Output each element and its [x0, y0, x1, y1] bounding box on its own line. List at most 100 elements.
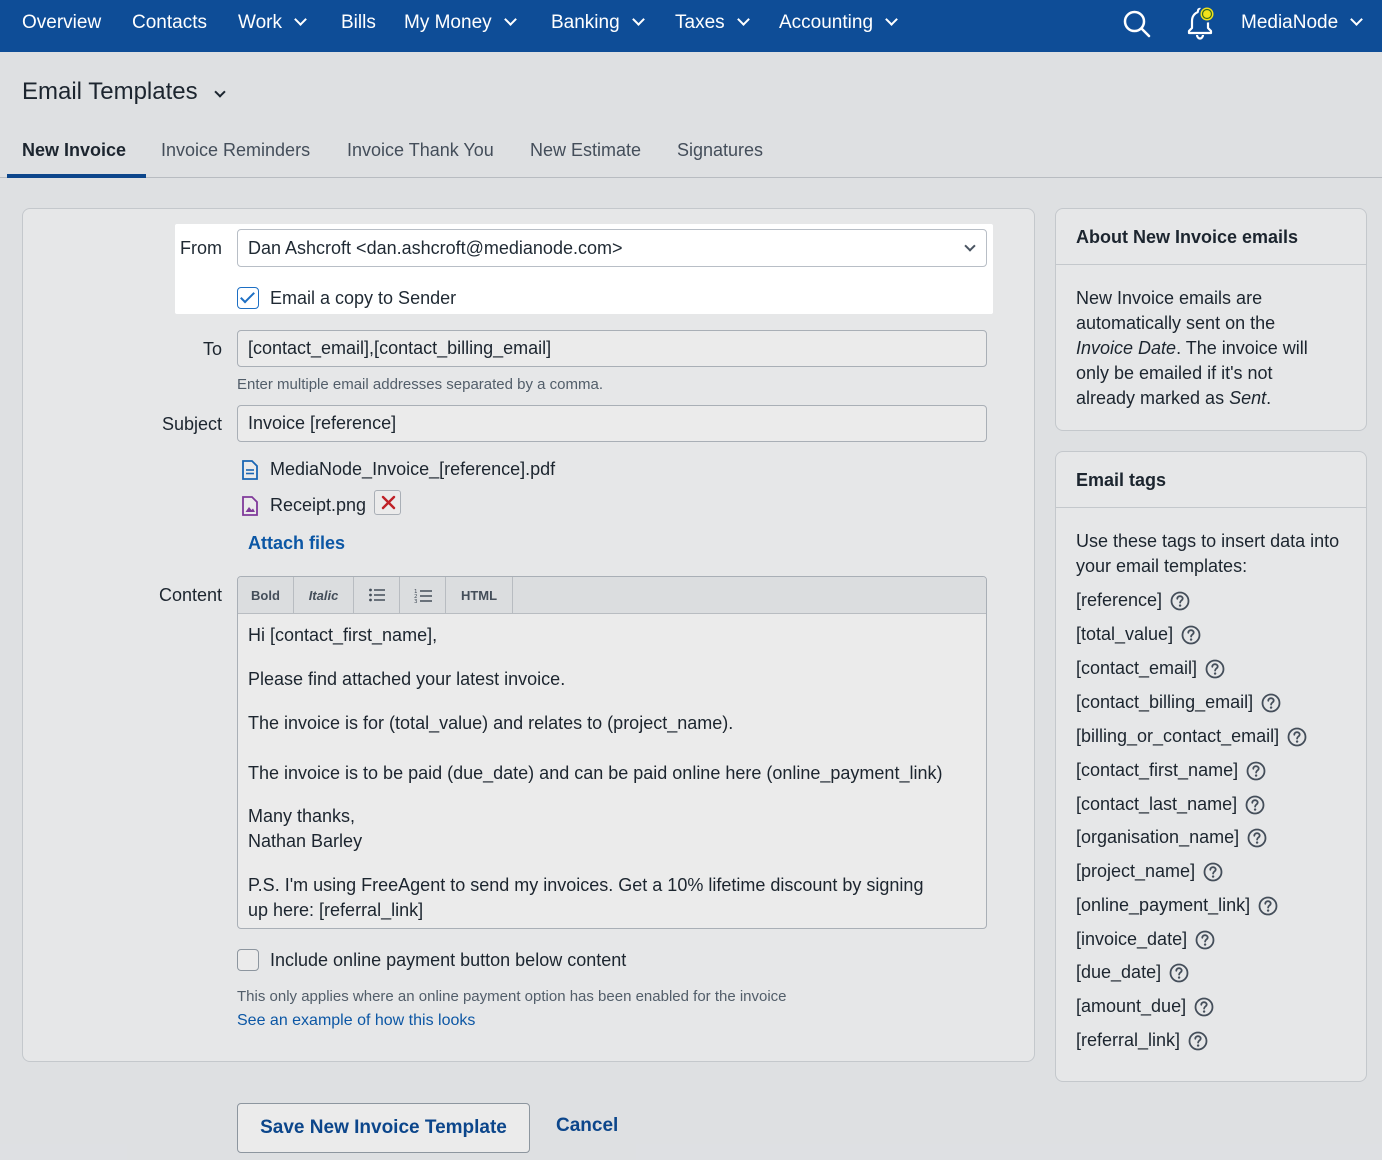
template-tabs: New Invoice Invoice Reminders Invoice Th…	[0, 130, 1382, 178]
help-icon[interactable]	[1181, 625, 1201, 645]
search-icon[interactable]	[1122, 9, 1152, 39]
chevron-down-icon	[885, 13, 898, 26]
chevron-down-icon[interactable]	[214, 86, 226, 98]
email-tag-label: [contact_first_name]	[1076, 760, 1239, 780]
html-button[interactable]: HTML	[446, 577, 513, 614]
email-tag-label: [amount_due]	[1076, 996, 1187, 1016]
payment-button-label[interactable]: Include online payment button below cont…	[270, 950, 626, 971]
email-tags-panel: Email tags Use these tags to insert data…	[1055, 451, 1367, 1082]
email-tag-label: [project_name]	[1076, 861, 1196, 881]
help-icon[interactable]	[1169, 963, 1189, 983]
help-icon[interactable]	[1188, 1031, 1208, 1051]
email-tag-item: [contact_email]	[1076, 658, 1225, 679]
tab-invoice-thank-you[interactable]: Invoice Thank You	[347, 140, 494, 161]
help-icon[interactable]	[1245, 795, 1265, 815]
numbered-list-button[interactable]: 1 2 3	[400, 577, 446, 614]
help-icon[interactable]	[1203, 862, 1223, 882]
content-label: Content	[158, 585, 222, 605]
email-tag-item: [contact_last_name]	[1076, 794, 1265, 815]
attachment-name[interactable]: Receipt.png	[270, 495, 366, 516]
help-icon[interactable]	[1247, 828, 1267, 848]
chevron-down-icon	[631, 13, 645, 26]
svg-text:3: 3	[414, 599, 418, 603]
active-tab-indicator	[7, 174, 146, 178]
nav-my-money[interactable]: My Money	[404, 0, 517, 52]
nav-accounting[interactable]: Accounting	[779, 0, 898, 52]
content-editor: Bold Italic 1 2 3 HTML Hi [contact_first…	[237, 576, 987, 929]
tab-new-estimate[interactable]: New Estimate	[530, 140, 641, 161]
to-hint: Enter multiple email addresses separated…	[237, 376, 604, 393]
chevron-down-icon	[503, 13, 517, 26]
nav-taxes[interactable]: Taxes	[675, 0, 750, 52]
to-label: To	[202, 339, 222, 359]
image-file-icon	[242, 495, 258, 516]
from-select-value: Dan Ashcroft <dan.ashcroft@medianode.com…	[248, 238, 623, 258]
help-icon[interactable]	[1261, 693, 1281, 713]
email-tag-label: [due_date]	[1076, 962, 1162, 982]
to-input[interactable]: [contact_email],[contact_billing_email]	[237, 330, 987, 367]
email-tag-item: [amount_due]	[1076, 996, 1214, 1017]
help-icon[interactable]	[1205, 659, 1225, 679]
email-tag-item: [contact_first_name]	[1076, 760, 1266, 781]
email-tag-item: [organisation_name]	[1076, 827, 1267, 848]
help-icon[interactable]	[1195, 930, 1215, 950]
help-icon[interactable]	[1246, 761, 1266, 781]
bullet-list-button[interactable]	[354, 577, 400, 614]
chevron-down-icon	[1350, 13, 1364, 26]
attachment-name[interactable]: MediaNode_Invoice_[reference].pdf	[270, 459, 555, 480]
tab-new-invoice[interactable]: New Invoice	[22, 140, 126, 161]
about-heading: About New Invoice emails	[1056, 209, 1366, 265]
page-title[interactable]: Email Templates	[22, 78, 198, 106]
email-tag-label: [contact_last_name]	[1076, 794, 1238, 814]
help-icon[interactable]	[1258, 896, 1278, 916]
bold-button[interactable]: Bold	[238, 577, 294, 614]
tab-signatures[interactable]: Signatures	[677, 140, 763, 161]
nav-contacts[interactable]: Contacts	[132, 0, 207, 52]
email-tag-item: [contact_billing_email]	[1076, 692, 1281, 713]
help-icon[interactable]	[1287, 727, 1307, 747]
top-navigation: Overview Contacts Work Bills My Money Ba…	[0, 0, 1382, 52]
attach-files-link[interactable]: Attach files	[248, 533, 345, 554]
nav-work[interactable]: Work	[238, 0, 307, 52]
from-select[interactable]: Dan Ashcroft <dan.ashcroft@medianode.com…	[237, 229, 987, 267]
tab-invoice-reminders[interactable]: Invoice Reminders	[161, 140, 310, 161]
bell-icon[interactable]	[1180, 2, 1220, 42]
email-tag-label: [invoice_date]	[1076, 929, 1188, 949]
chevron-down-icon	[964, 240, 976, 252]
nav-bills[interactable]: Bills	[341, 0, 376, 52]
nav-banking[interactable]: Banking	[551, 0, 645, 52]
about-text: New Invoice emails are automatically sen…	[1076, 288, 1308, 408]
email-tag-item: [billing_or_contact_email]	[1076, 726, 1307, 747]
account-menu[interactable]: MediaNode	[1241, 0, 1364, 52]
content-line: Nathan Barley	[248, 831, 363, 851]
email-tag-label: [organisation_name]	[1076, 827, 1240, 847]
content-line: The invoice is for (total_value) and rel…	[248, 713, 734, 733]
email-tag-label: [total_value]	[1076, 624, 1174, 644]
email-tags-heading: Email tags	[1056, 452, 1366, 508]
email-tag-item: [due_date]	[1076, 962, 1189, 983]
payment-hint: This only applies where an online paymen…	[237, 988, 787, 1005]
content-line: Please find attached your latest invoice…	[248, 669, 566, 689]
payment-button-checkbox[interactable]	[237, 949, 259, 971]
content-line: Hi [contact_first_name],	[248, 625, 438, 645]
email-tag-label: [online_payment_link]	[1076, 895, 1251, 915]
nav-overview[interactable]: Overview	[22, 0, 101, 52]
cancel-link[interactable]: Cancel	[556, 1115, 618, 1137]
example-link[interactable]: See an example of how this looks	[237, 1012, 475, 1030]
copy-sender-checkbox[interactable]	[237, 287, 259, 309]
subject-input[interactable]: Invoice [reference]	[237, 405, 987, 442]
help-icon[interactable]	[1194, 997, 1214, 1017]
email-tag-item: [total_value]	[1076, 624, 1201, 645]
chevron-down-icon	[294, 13, 307, 26]
content-line: P.S. I'm using FreeAgent to send my invo…	[248, 875, 924, 895]
save-template-button[interactable]: Save New Invoice Template	[237, 1103, 530, 1153]
email-tag-label: [contact_billing_email]	[1076, 692, 1254, 712]
copy-sender-label[interactable]: Email a copy to Sender	[270, 288, 456, 309]
remove-attachment-button[interactable]	[374, 490, 401, 515]
about-panel: About New Invoice emails New Invoice ema…	[1055, 208, 1367, 431]
italic-button[interactable]: Italic	[294, 577, 354, 614]
email-tag-item: [referral_link]	[1076, 1030, 1208, 1051]
email-tag-item: [online_payment_link]	[1076, 895, 1278, 916]
email-tag-item: [project_name]	[1076, 861, 1223, 882]
help-icon[interactable]	[1170, 591, 1190, 611]
